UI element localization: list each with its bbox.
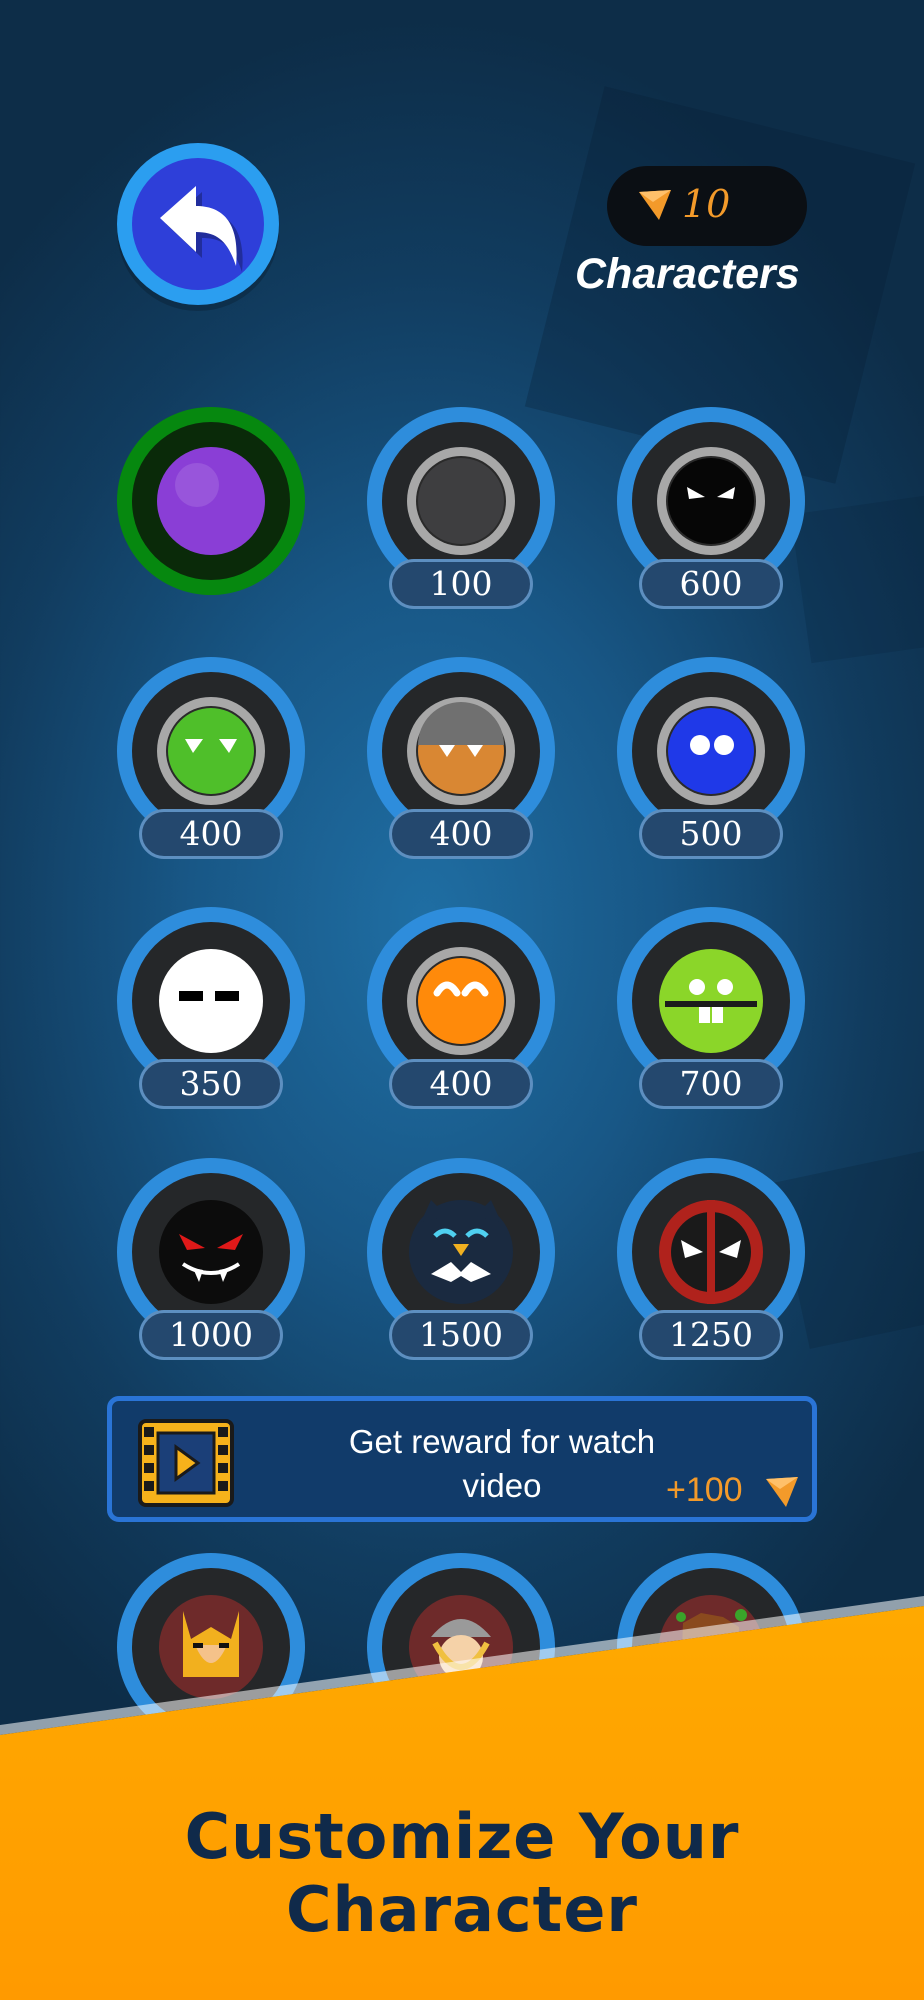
character-slot-orange-happy-ball[interactable]: 400 (367, 907, 555, 1109)
back-arrow-icon (160, 186, 243, 272)
character-price: 1000 (139, 1310, 283, 1360)
character-slot-purple-ball[interactable] (117, 407, 305, 595)
character-slot-bat-owl-ball[interactable]: 1500 (367, 1158, 555, 1360)
character-slot-black-ninja-ball[interactable]: 600 (617, 407, 805, 609)
currency-counter: 10 (607, 166, 807, 246)
currency-amount: 10 (682, 182, 731, 226)
character-slot-lime-teeth-ball[interactable]: 700 (617, 907, 805, 1109)
reward-amount: +100 (666, 1471, 743, 1509)
character-slot-green-angry-ball[interactable]: 400 (117, 657, 305, 859)
watch-video-reward-button[interactable]: Get reward for watch video +100 (107, 1396, 817, 1522)
back-button-face (132, 158, 264, 290)
page-title: Characters (575, 250, 800, 298)
character-price: 350 (139, 1059, 283, 1109)
character-price: 1500 (389, 1310, 533, 1360)
triangle-gem-icon (639, 190, 671, 220)
purple-ball-icon (157, 447, 265, 555)
promo-caption: Customize Your Character (184, 1800, 740, 1946)
character-price: 400 (389, 809, 533, 859)
character-price: 500 (639, 809, 783, 859)
character-price: 400 (139, 809, 283, 859)
triangle-gem-icon (766, 1477, 798, 1507)
character-price: 1250 (639, 1310, 783, 1360)
background-square (790, 486, 924, 664)
character-price: 100 (389, 559, 533, 609)
character-price: 700 (639, 1059, 783, 1109)
back-button[interactable] (117, 143, 279, 305)
character-slot-vampire-ball[interactable]: 1000 (117, 1158, 305, 1360)
character-price: 600 (639, 559, 783, 609)
character-slot-gray-ball[interactable]: 100 (367, 407, 555, 609)
character-slot-white-sleepy-ball[interactable]: 350 (117, 907, 305, 1109)
reward-title-line2: video (462, 1467, 542, 1504)
character-price: 400 (389, 1059, 533, 1109)
reward-title-line1: Get reward for watch (348, 1423, 656, 1460)
character-slot-blue-eyes-ball[interactable]: 500 (617, 657, 805, 859)
character-slot-orange-helmet-ball[interactable]: 400 (367, 657, 555, 859)
character-slot-masked-hero-ball[interactable]: 1250 (617, 1158, 805, 1360)
film-play-icon (138, 1419, 234, 1507)
